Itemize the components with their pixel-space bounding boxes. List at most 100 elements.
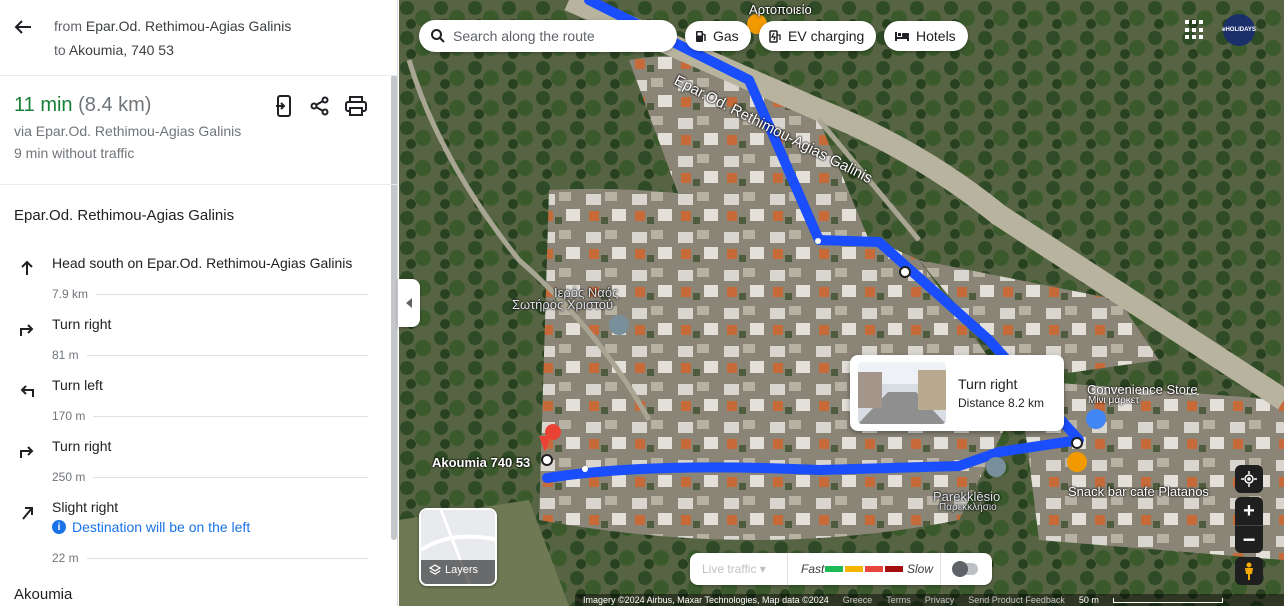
- hotels-chip[interactable]: Hotels: [884, 21, 968, 51]
- popup-subtitle: Distance 8.2 km: [958, 396, 1045, 410]
- step-distance: 81 m: [52, 348, 368, 362]
- divider: [96, 293, 368, 295]
- route-summary: 11 min (8.4 km) via Epar.Od. Rethimou-Ag…: [0, 76, 397, 185]
- no-traffic-time: 9 min without traffic: [14, 145, 135, 161]
- traffic-slow-label: Slow: [907, 562, 934, 576]
- step-distance-text: 250 m: [52, 470, 86, 484]
- zoom-out-button[interactable]: −: [1235, 525, 1263, 553]
- divider: [86, 557, 368, 559]
- map-label-destination[interactable]: Akoumia 740 53: [432, 455, 530, 470]
- route-endpoints: from Epar.Od. Rethimou-Agias Galinis to …: [54, 14, 291, 62]
- my-location-button[interactable]: [1235, 465, 1263, 493]
- send-to-phone-button[interactable]: [272, 94, 296, 118]
- traffic-color-very-slow: [885, 566, 903, 572]
- country-link[interactable]: Greece: [843, 595, 873, 605]
- ev-charging-chip[interactable]: EV charging: [759, 21, 877, 51]
- step-distance: 22 m: [52, 551, 368, 565]
- divider: [86, 354, 368, 356]
- turn-left-icon: [17, 380, 37, 400]
- arrow-up-icon: [17, 258, 37, 278]
- street-view-preview-card[interactable]: Turn right Distance 8.2 km: [850, 355, 1064, 431]
- destination-note-text: Destination will be on the left: [72, 519, 251, 535]
- map-label-bakery[interactable]: Αρτοποιείο: [749, 2, 812, 17]
- avatar[interactable]: eHOLIDAYS: [1222, 14, 1256, 46]
- slight-right-icon: [17, 502, 37, 522]
- map-footer: Imagery ©2024 Airbus, Maxar Technologies…: [575, 594, 1284, 606]
- step-text: Slight right: [52, 499, 119, 515]
- hotels-chip-label: Hotels: [916, 28, 956, 44]
- privacy-link[interactable]: Privacy: [925, 595, 955, 605]
- step-distance-text: 7.9 km: [52, 287, 89, 301]
- maps-directions-app: from Epar.Od. Rethimou-Agias Galinis to …: [0, 0, 1284, 606]
- traffic-color-fast: [825, 566, 843, 572]
- back-button[interactable]: [12, 16, 34, 38]
- ev-charging-chip-label: EV charging: [788, 28, 865, 44]
- search-icon: [431, 29, 445, 43]
- directions-panel: from Epar.Od. Rethimou-Agias Galinis to …: [0, 0, 398, 606]
- zoom-controls: + −: [1235, 497, 1263, 553]
- scale-label[interactable]: 50 m: [1079, 595, 1099, 605]
- traffic-panel: Live traffic ▾ Fast Slow: [690, 553, 992, 585]
- traffic-legend: [825, 566, 903, 572]
- send-to-phone-icon: [276, 95, 291, 117]
- traffic-color-slow: [865, 566, 883, 572]
- divider: [93, 415, 368, 417]
- traffic-toggle[interactable]: [952, 561, 978, 577]
- from-prefix: from: [54, 18, 82, 34]
- live-traffic-dropdown[interactable]: Live traffic ▾: [702, 562, 766, 576]
- divider: [787, 553, 788, 585]
- layers-icon: [429, 564, 441, 575]
- step-text: Turn right: [52, 316, 112, 332]
- layers-button[interactable]: Layers: [419, 508, 497, 586]
- zoom-in-button[interactable]: +: [1243, 497, 1255, 525]
- google-apps-button[interactable]: [1185, 20, 1205, 40]
- map-label-parekklesio-gr[interactable]: Παρεκκλήσιο: [939, 502, 997, 513]
- step-distance: 7.9 km: [52, 287, 368, 301]
- step-distance-text: 81 m: [52, 348, 79, 362]
- from-place: Epar.Od. Rethimou-Agias Galinis: [85, 18, 292, 34]
- route-header: from Epar.Od. Rethimou-Agias Galinis to …: [0, 0, 397, 76]
- street-view-thumbnail: [858, 362, 946, 424]
- share-button[interactable]: [308, 94, 332, 118]
- avatar-text: eHOLIDAYS: [1222, 27, 1256, 33]
- route-distance: (8.4 km): [78, 94, 152, 116]
- info-icon: i: [52, 520, 66, 534]
- step-distance-text: 170 m: [52, 409, 86, 423]
- to-prefix: to: [54, 42, 66, 58]
- step-distance: 170 m: [52, 409, 368, 423]
- map-label-convenience-store-gr[interactable]: Μίνι μάρκετ: [1088, 395, 1139, 406]
- step-text: Head south on Epar.Od. Rethimou-Agias Ga…: [52, 255, 353, 271]
- print-icon: [345, 96, 367, 116]
- map-label-church-2[interactable]: Σωτήρος Χριστού: [512, 297, 613, 312]
- divider: [940, 553, 941, 585]
- my-location-icon: [1241, 471, 1257, 487]
- terms-link[interactable]: Terms: [886, 595, 911, 605]
- search-along-route-input[interactable]: Search along the route: [419, 20, 677, 52]
- feedback-link[interactable]: Send Product Feedback: [968, 595, 1065, 605]
- live-traffic-label: Live traffic: [702, 562, 757, 576]
- step-distance-text: 22 m: [52, 551, 79, 565]
- map-canvas[interactable]: Αρτοποιείο Epar.Od. Rethimou-Agias Galin…: [399, 0, 1284, 606]
- step-text: Turn right: [52, 438, 112, 454]
- gas-chip[interactable]: Gas: [685, 21, 751, 51]
- pegman-icon: [1245, 562, 1253, 580]
- route-via: via Epar.Od. Rethimou-Agias Galinis: [14, 123, 242, 139]
- map-label-snackbar[interactable]: Snack bar cafe Platanos: [1068, 484, 1209, 499]
- step-distance: 250 m: [52, 470, 368, 484]
- turn-right-icon: [17, 319, 37, 339]
- gas-icon: [696, 30, 706, 42]
- road-section-title: Epar.Od. Rethimou-Agias Galinis: [14, 207, 235, 224]
- popup-title: Turn right: [958, 376, 1018, 392]
- destination-note: i Destination will be on the left: [52, 519, 250, 535]
- step-text: Turn left: [52, 377, 103, 393]
- pegman-button[interactable]: [1235, 557, 1263, 585]
- scale-bar: [1112, 597, 1223, 603]
- collapse-panel-button[interactable]: [398, 279, 420, 327]
- search-placeholder: Search along the route: [453, 28, 595, 44]
- print-button[interactable]: [344, 94, 368, 118]
- route-duration: 11 min: [14, 94, 73, 116]
- arrow-left-icon: [14, 20, 31, 34]
- turn-right-icon: [17, 441, 37, 461]
- layers-label-wrap: Layers: [429, 564, 478, 576]
- share-icon: [310, 96, 329, 116]
